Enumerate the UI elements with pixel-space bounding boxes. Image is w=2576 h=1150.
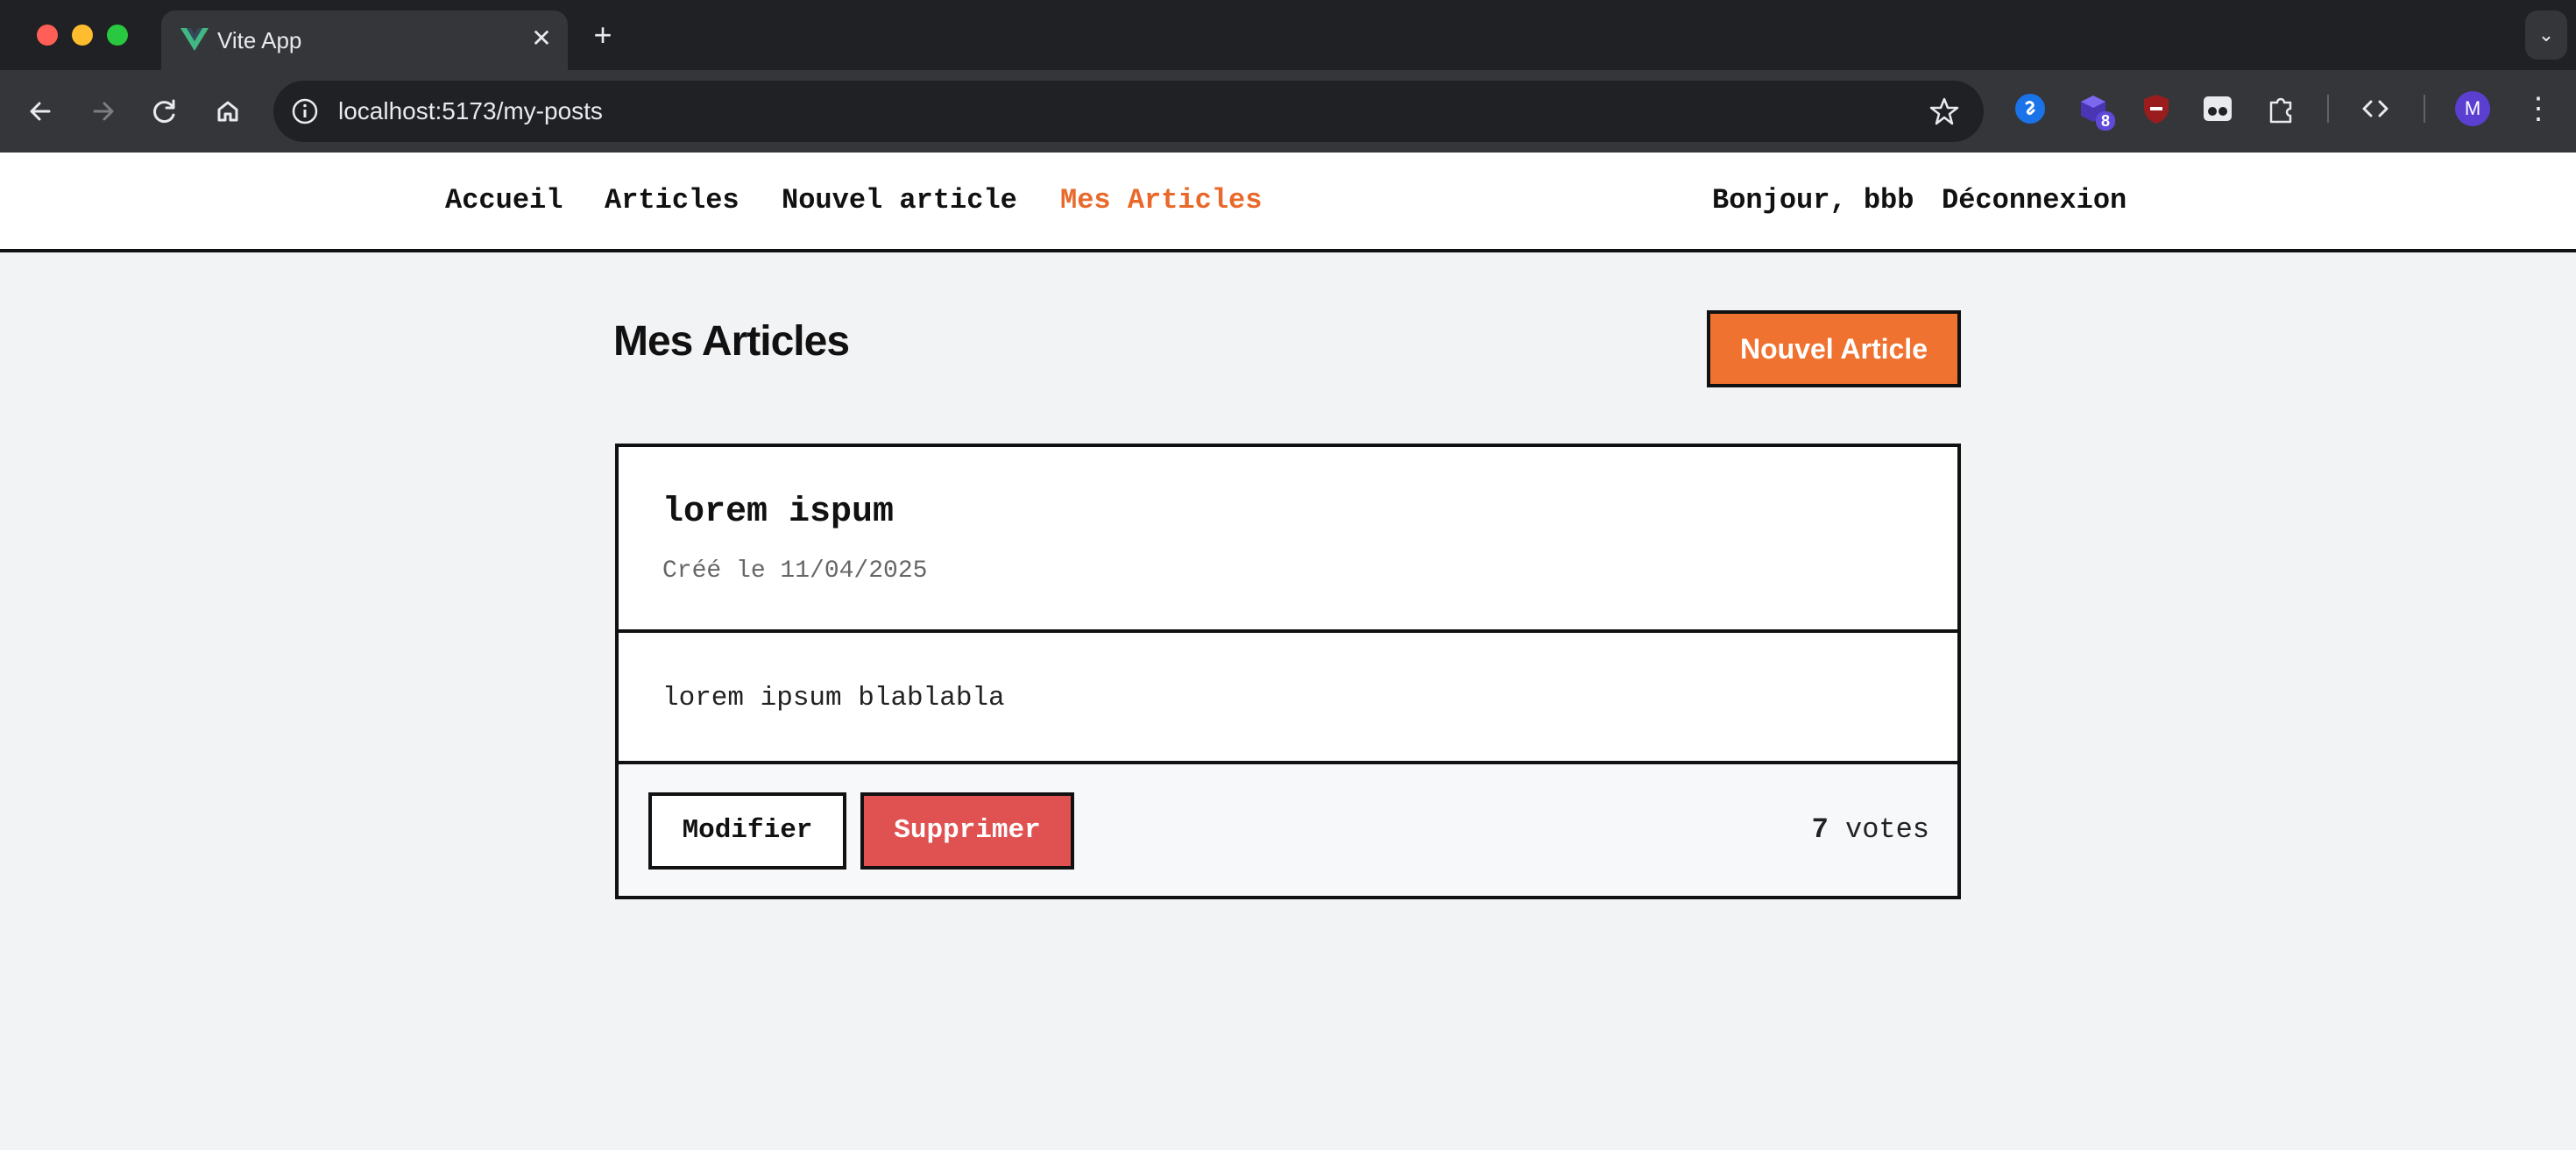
site-info-icon[interactable] (289, 96, 321, 127)
nav-link-mes-articles[interactable]: Mes Articles (1060, 153, 1262, 249)
window-zoom-button[interactable] (107, 25, 128, 46)
browser-tabstrip: Vite App ✕ + ⌄ (0, 0, 2576, 70)
home-icon[interactable] (209, 92, 247, 131)
shazam-extension-icon[interactable] (2013, 92, 2047, 125)
page-title: Mes Articles (613, 318, 850, 365)
new-article-button[interactable]: Nouvel Article (1707, 310, 1961, 387)
window-minimize-button[interactable] (72, 25, 93, 46)
nav-link-nouvel-article[interactable]: Nouvel article (782, 153, 1017, 249)
post-card-footer: Modifier Supprimer 7 votes (619, 764, 1957, 896)
bookmark-star-icon[interactable] (1928, 95, 1961, 128)
user-greeting: Bonjour, bbb (1712, 184, 1914, 217)
delete-post-button[interactable]: Supprimer (860, 792, 1074, 870)
toolbar-divider (2327, 95, 2329, 123)
browser-tab-active[interactable]: Vite App ✕ (161, 11, 568, 70)
browser-menu-icon[interactable]: ⋮ (2523, 91, 2553, 126)
devtools-code-icon[interactable] (2359, 92, 2392, 125)
vote-label: votes (1844, 813, 1929, 846)
extension-badge: 8 (2095, 111, 2115, 131)
nav-link-articles[interactable]: Articles (605, 153, 740, 249)
incognito-extension-icon[interactable] (2201, 92, 2234, 125)
nav-link-accueil[interactable]: Accueil (445, 153, 563, 249)
address-bar[interactable]: localhost:5173/my-posts (273, 81, 1984, 142)
url-text: localhost:5173/my-posts (338, 97, 603, 124)
toolbar-divider (2424, 95, 2425, 123)
back-arrow-icon[interactable] (21, 92, 60, 131)
browser-toolbar: localhost:5173/my-posts (0, 70, 2576, 153)
edit-post-button[interactable]: Modifier (648, 792, 846, 870)
tab-search-button[interactable]: ⌄ (2525, 11, 2567, 60)
post-title: lorem ispum (662, 493, 895, 532)
reload-icon[interactable] (145, 92, 184, 131)
cube-extension-icon[interactable]: 8 (2077, 92, 2115, 131)
forward-arrow-icon[interactable] (84, 92, 123, 131)
post-card: lorem ispum Créé le 11/04/2025 lorem ips… (615, 444, 1961, 899)
site-navbar: Accueil Articles Nouvel article Mes Arti… (0, 153, 2576, 252)
profile-avatar[interactable]: M (2455, 91, 2490, 126)
vote-count: 7 votes (1812, 764, 1929, 896)
new-tab-button[interactable]: + (585, 18, 620, 53)
window-close-button[interactable] (37, 25, 58, 46)
tab-title: Vite App (217, 27, 302, 53)
post-card-body: lorem ipsum blablabla (619, 633, 1957, 764)
vote-number: 7 (1811, 813, 1829, 846)
close-tab-icon[interactable]: ✕ (526, 23, 557, 54)
post-date: Créé le 11/04/2025 (662, 557, 928, 585)
vue-logo-icon (180, 28, 209, 51)
shield-extension-icon[interactable] (2140, 92, 2173, 125)
logout-link[interactable]: Déconnexion (1942, 153, 2127, 249)
post-card-header: lorem ispum Créé le 11/04/2025 (619, 447, 1957, 633)
post-content: lorem ipsum blablabla (662, 683, 1005, 713)
puzzle-extensions-icon[interactable] (2264, 92, 2297, 125)
